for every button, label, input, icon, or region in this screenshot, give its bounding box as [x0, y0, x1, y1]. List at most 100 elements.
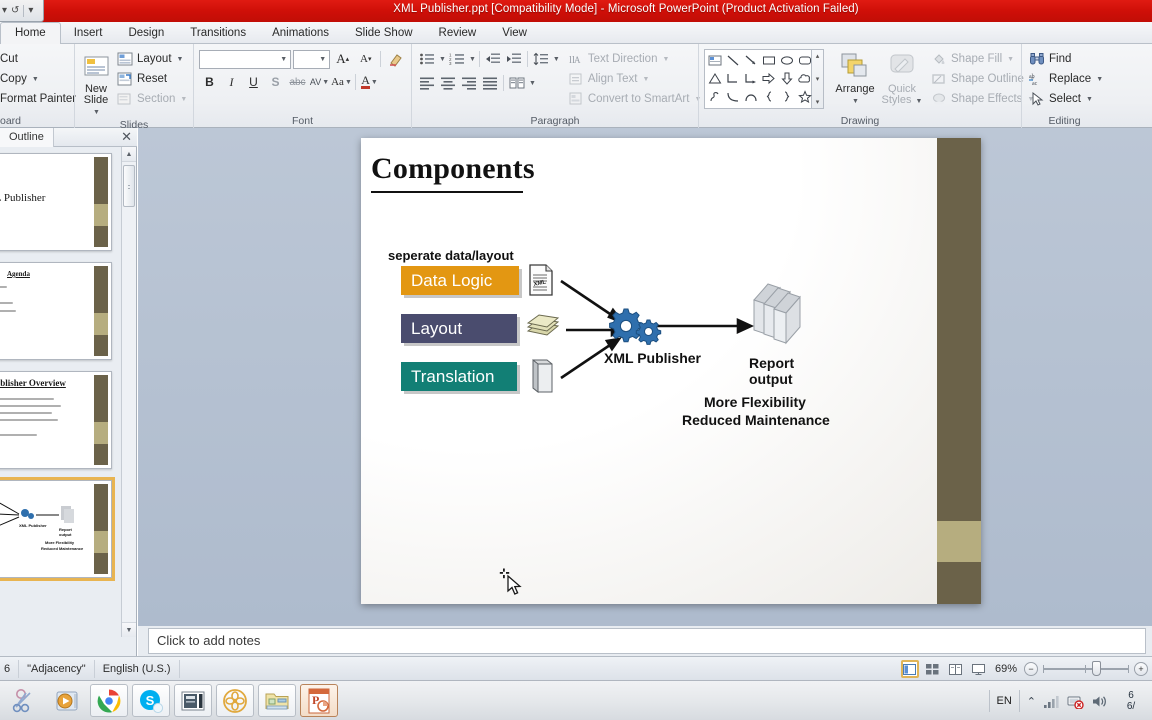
theme-name[interactable]: "Adjacency" [19, 659, 95, 678]
benefit-label-1[interactable]: More Flexibility [704, 394, 806, 410]
quick-styles-button[interactable]: Quick Styles ▼ [879, 49, 925, 109]
speaker-icon[interactable] [1091, 694, 1107, 709]
thumbnails-scrollbar[interactable]: ▲ ▼ [121, 147, 136, 637]
cut-button[interactable]: Cut [0, 49, 70, 69]
slide-thumbnail-1[interactable]: ML Publisher [0, 153, 112, 251]
down-arrow-shape-icon[interactable] [778, 69, 796, 87]
bullets-button[interactable] [417, 49, 437, 69]
slide-thumbnail-4[interactable]: XML Publisher Report output More Flexibi… [0, 477, 115, 581]
tab-insert[interactable]: Insert [61, 23, 116, 44]
tab-slide-show[interactable]: Slide Show [342, 23, 426, 44]
textbox-shape-icon[interactable] [706, 51, 724, 69]
arrow-shape-icon[interactable] [742, 51, 760, 69]
shapes-gallery-scroll[interactable]: ▴ ▾ ▾ [812, 49, 824, 109]
output-label-2[interactable]: output [749, 371, 793, 387]
slide-counter[interactable]: 6 [0, 659, 20, 678]
oval-shape-icon[interactable] [778, 51, 796, 69]
zoom-out-button[interactable]: − [1024, 662, 1038, 676]
scroll-down-icon[interactable]: ▼ [122, 622, 136, 637]
slide-show-button[interactable] [970, 660, 988, 678]
list-item[interactable]: XML Publisher Report output More Flexibi… [0, 477, 116, 581]
font-color-button[interactable]: A ▼ [359, 72, 380, 92]
scroll-up-icon[interactable]: ▲ [122, 147, 136, 162]
taskbar-flower-logo-app[interactable] [216, 684, 254, 717]
signal-bars-icon[interactable] [1043, 694, 1060, 709]
close-icon[interactable]: ✕ [121, 130, 132, 144]
elbow-arrow-connector-icon[interactable] [742, 69, 760, 87]
reset-button[interactable]: Reset [115, 69, 192, 89]
scroll-down-icon[interactable]: ▾ [816, 75, 820, 83]
chevron-down-icon[interactable]: ▼ [529, 80, 536, 87]
right-brace-shape-icon[interactable] [778, 87, 796, 105]
tab-home[interactable]: Home [0, 22, 61, 45]
language-status[interactable]: English (U.S.) [95, 659, 180, 678]
zoom-in-button[interactable]: + [1134, 662, 1148, 676]
center-node-label[interactable]: XML Publisher [604, 350, 701, 366]
tab-view[interactable]: View [489, 23, 540, 44]
strikethrough-button[interactable]: abc [287, 72, 308, 92]
list-item[interactable]: Agenda [0, 262, 116, 360]
notes-input[interactable]: Click to add notes [148, 628, 1146, 654]
line-shape-icon[interactable] [724, 51, 742, 69]
line-spacing-button[interactable] [531, 49, 551, 69]
rectangle-shape-icon[interactable] [760, 51, 778, 69]
zoom-level[interactable]: 69% [995, 663, 1017, 675]
slide-thumbnail-2[interactable]: Agenda [0, 262, 112, 360]
chevron-down-icon[interactable]: ▼ [439, 56, 446, 63]
reading-view-button[interactable] [947, 660, 965, 678]
network-error-icon[interactable] [1067, 694, 1084, 709]
tab-outline[interactable]: Outline [0, 127, 54, 147]
underline-button[interactable]: U [243, 72, 264, 92]
chevron-down-icon[interactable]: ▼ [319, 56, 326, 63]
elbow-connector-icon[interactable] [724, 69, 742, 87]
tab-animations[interactable]: Animations [259, 23, 342, 44]
output-label-1[interactable]: Report [749, 355, 794, 371]
taskbar-skype[interactable]: S [132, 684, 170, 717]
columns-button[interactable] [507, 73, 527, 93]
increase-indent-button[interactable] [504, 49, 524, 69]
slide-sorter-button[interactable] [924, 660, 942, 678]
taskbar-powerpoint[interactable]: P [300, 684, 338, 717]
zoom-slider-handle[interactable] [1092, 661, 1101, 676]
copy-button[interactable]: Copy ▼ [0, 69, 70, 89]
taskbar-presentation-app[interactable] [174, 684, 212, 717]
zoom-slider[interactable] [1043, 660, 1129, 678]
text-direction-button[interactable]: ll A Text Direction ▼ [566, 49, 707, 69]
freeform-shape-icon[interactable] [706, 87, 724, 105]
numbering-button[interactable]: 123 [447, 49, 467, 69]
replace-button[interactable]: ab ac Replace ▼ [1027, 69, 1108, 89]
curve-shape-icon[interactable] [724, 87, 742, 105]
taskbar-google-chrome[interactable] [90, 684, 128, 717]
slide-canvas[interactable]: Components seperate data/layout Data Log… [138, 128, 1152, 626]
tab-review[interactable]: Review [426, 23, 490, 44]
slide-thumbnail-3[interactable]: L Publisher Overview [0, 371, 112, 469]
layout-button[interactable]: Layout ▼ [115, 49, 192, 69]
taskbar-snipping-tool[interactable] [6, 684, 44, 717]
align-right-button[interactable] [459, 73, 479, 93]
taskbar-file-explorer[interactable] [258, 684, 296, 717]
change-case-button[interactable]: Aa ▼ [331, 72, 352, 92]
align-center-button[interactable] [438, 73, 458, 93]
character-spacing-button[interactable]: AV ▼ [309, 72, 330, 92]
right-arrow-shape-icon[interactable] [760, 69, 778, 87]
section-button[interactable]: Section ▼ [115, 89, 192, 109]
chevron-down-icon[interactable]: ▼ [553, 56, 560, 63]
text-shadow-button[interactable]: S [265, 72, 286, 92]
taskbar-media-player[interactable] [48, 684, 86, 717]
align-text-button[interactable]: Align Text ▼ [566, 69, 707, 89]
shrink-font-button[interactable]: A ▾ [355, 49, 376, 69]
chevron-down-icon[interactable]: ▼ [280, 56, 287, 63]
font-size-input[interactable]: ▼ [293, 49, 331, 69]
triangle-shape-icon[interactable] [706, 69, 724, 87]
decrease-indent-button[interactable] [483, 49, 503, 69]
chevron-down-icon[interactable]: ▼ [469, 56, 476, 63]
tab-design[interactable]: Design [115, 23, 177, 44]
benefit-label-2[interactable]: Reduced Maintenance [682, 412, 830, 428]
grow-font-button[interactable]: A ▴ [332, 49, 353, 69]
scroll-up-icon[interactable]: ▴ [816, 52, 820, 60]
arc-shape-icon[interactable] [742, 87, 760, 105]
align-left-button[interactable] [417, 73, 437, 93]
new-slide-button[interactable]: New Slide ▼ [80, 49, 112, 118]
justify-button[interactable] [480, 73, 500, 93]
find-button[interactable]: Find [1027, 49, 1108, 69]
